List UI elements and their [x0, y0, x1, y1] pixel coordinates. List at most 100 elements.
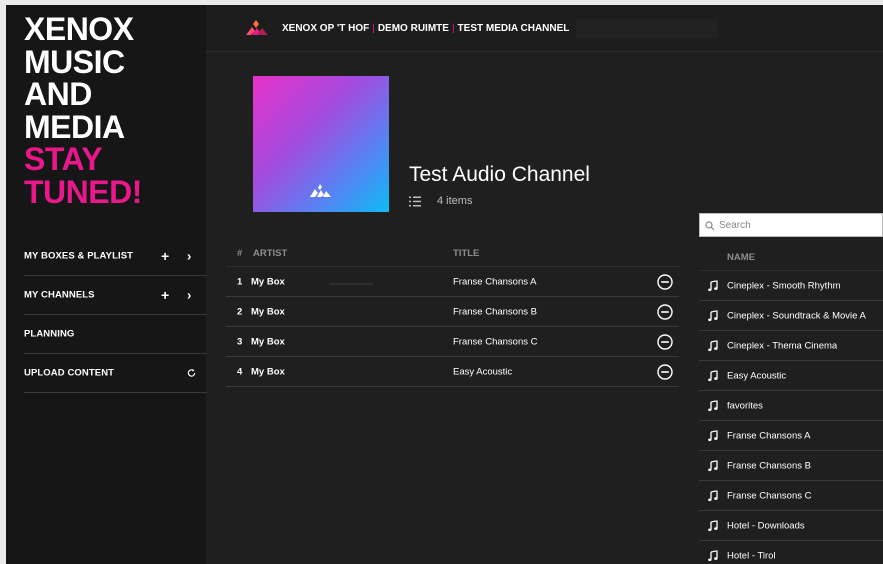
music-note-icon	[708, 520, 718, 531]
brand-line: AND	[24, 76, 92, 112]
row-artist: My Box	[251, 366, 285, 377]
library-list: NAME Cineplex - Smooth Rhythm Cineplex - …	[699, 246, 883, 564]
list-item-name: Cineplex - Smooth Rhythm	[727, 280, 841, 291]
column-header-artist[interactable]: ARTIST	[253, 248, 287, 259]
remove-icon[interactable]	[657, 363, 673, 380]
plus-icon[interactable]: +	[161, 287, 169, 303]
column-header-name[interactable]: NAME	[727, 252, 755, 263]
sidebar: XENOX MUSIC AND MEDIA STAY TUNED! MY BOX…	[6, 5, 207, 564]
music-note-icon	[708, 310, 718, 321]
list-item[interactable]: favorites	[699, 391, 883, 421]
breadcrumb: XENOX OP 'T HOF | DEMO RUIMTE | TEST MEDIA C…	[282, 23, 569, 34]
list-item-name: Easy Acoustic	[727, 370, 787, 381]
list-item-name: Hotel - Tirol	[727, 550, 776, 561]
brand-line: XENOX	[24, 11, 134, 47]
row-number: 3	[237, 336, 243, 347]
row-artist: My Box	[251, 276, 285, 287]
sidebar-item-my-boxes-playlist[interactable]: MY BOXES & PLAYLIST + ›	[24, 237, 207, 276]
list-item[interactable]: Cineplex - Thema Cinema	[699, 331, 883, 361]
remove-icon[interactable]	[657, 273, 673, 290]
music-note-icon	[708, 280, 718, 291]
app-window: XENOX MUSIC AND MEDIA STAY TUNED! MY BOX…	[6, 5, 883, 564]
list-icon	[409, 196, 421, 207]
list-item-name: Cineplex - Thema Cinema	[727, 340, 838, 351]
row-number: 2	[237, 306, 243, 317]
list-item[interactable]: Franse Chansons B	[699, 451, 883, 481]
top-bar: XENOX OP 'T HOF | DEMO RUIMTE | TEST MEDIA C…	[206, 5, 883, 52]
channel-logo-icon	[310, 184, 331, 197]
music-note-icon	[708, 370, 718, 381]
remove-icon[interactable]	[657, 303, 673, 320]
breadcrumb-background	[576, 19, 718, 38]
chevron-right-icon[interactable]: ›	[187, 249, 191, 264]
channel-title: Test Audio Channel	[409, 163, 590, 186]
music-note-icon	[708, 400, 718, 411]
table-row[interactable]: 2 My Box Franse Chansons B	[226, 297, 679, 327]
list-item-name: favorites	[727, 400, 763, 411]
search-input[interactable]: Search	[699, 213, 883, 237]
table-row[interactable]: 1 My Box Franse Chansons A	[226, 267, 679, 297]
sidebar-item-my-channels[interactable]: MY CHANNELS + ›	[24, 276, 207, 315]
music-note-icon	[708, 430, 718, 441]
list-item-name: Franse Chansons B	[727, 460, 811, 471]
xenox-logo-icon[interactable]	[244, 19, 270, 37]
sidebar-item-label: PLANNING	[24, 328, 75, 340]
breadcrumb-item[interactable]: DEMO RUIMTE	[378, 23, 449, 34]
row-artist: My Box	[251, 336, 285, 347]
brand-line-accent: STAY	[24, 141, 103, 177]
channel-meta: 4 items	[409, 195, 472, 207]
sidebar-item-planning[interactable]: PLANNING	[24, 315, 207, 354]
plus-icon[interactable]: +	[161, 248, 169, 264]
sidebar-item-upload-content[interactable]: UPLOAD CONTENT	[24, 354, 207, 393]
table-row[interactable]: 3 My Box Franse Chansons C	[226, 327, 679, 357]
sidebar-menu: MY BOXES & PLAYLIST + › MY CHANNELS + › …	[24, 237, 207, 393]
sidebar-item-label: UPLOAD CONTENT	[24, 367, 115, 379]
divider	[329, 283, 373, 285]
brand-line: MUSIC	[24, 43, 125, 80]
channel-cover-art	[253, 76, 389, 212]
row-title: Franse Chansons C	[453, 336, 538, 347]
breadcrumb-separator: |	[372, 23, 375, 34]
column-header-title[interactable]: TITLE	[453, 248, 479, 259]
list-item[interactable]: Easy Acoustic	[699, 361, 883, 391]
brand-line: MEDIA	[24, 108, 125, 145]
table-row[interactable]: 4 My Box Easy Acoustic	[226, 357, 679, 387]
sidebar-item-label: MY CHANNELS	[24, 289, 95, 301]
list-item[interactable]: Cineplex - Soundtrack & Movie A	[699, 301, 883, 331]
music-note-icon	[708, 490, 718, 501]
sidebar-item-label: MY BOXES & PLAYLIST	[24, 250, 134, 262]
music-note-icon	[708, 340, 718, 351]
row-title: Easy Acoustic	[453, 366, 513, 377]
breadcrumb-item-current: TEST MEDIA CHANNEL	[457, 23, 570, 34]
row-title: Franse Chansons B	[453, 306, 537, 317]
list-item-name: Franse Chansons A	[727, 430, 811, 441]
table-header: # ARTIST TITLE	[226, 240, 679, 267]
library-header: NAME	[699, 246, 883, 271]
breadcrumb-item[interactable]: XENOX OP 'T HOF	[282, 23, 369, 34]
column-header-number[interactable]: #	[237, 248, 242, 259]
list-item[interactable]: Franse Chansons A	[699, 421, 883, 451]
search-placeholder: Search	[719, 220, 751, 231]
list-item[interactable]: Hotel - Downloads	[699, 511, 883, 541]
row-number: 4	[237, 366, 243, 377]
sync-icon[interactable]	[187, 369, 196, 378]
list-item-name: Cineplex - Soundtrack & Movie A	[727, 310, 866, 321]
list-item-name: Hotel - Downloads	[727, 520, 805, 531]
tracks-table: # ARTIST TITLE 1 My Box Franse Chansons …	[226, 240, 679, 387]
search-icon	[705, 221, 715, 231]
chevron-right-icon[interactable]: ›	[187, 288, 191, 303]
row-number: 1	[237, 276, 243, 287]
item-count: 4 items	[437, 195, 473, 207]
brand-line-accent: TUNED!	[24, 173, 142, 210]
music-note-icon	[708, 550, 718, 561]
row-title: Franse Chansons A	[453, 276, 537, 287]
row-artist: My Box	[251, 306, 285, 317]
remove-icon[interactable]	[657, 333, 673, 350]
music-note-icon	[708, 460, 718, 471]
breadcrumb-separator: |	[451, 23, 455, 34]
list-item[interactable]: Franse Chansons C	[699, 481, 883, 511]
brand-logo-text: XENOX MUSIC AND MEDIA STAY TUNED!	[24, 13, 142, 208]
list-item[interactable]: Hotel - Tirol	[699, 541, 883, 564]
list-item-name: Franse Chansons C	[727, 490, 812, 501]
list-item[interactable]: Cineplex - Smooth Rhythm	[699, 271, 883, 301]
